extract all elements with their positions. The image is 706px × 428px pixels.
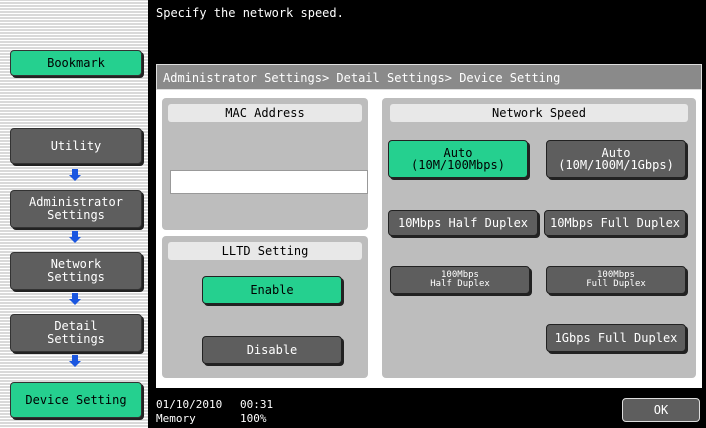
lltd-disable-button[interactable]: Disable: [202, 336, 342, 364]
nav-utility-button[interactable]: Utility: [10, 128, 142, 164]
speed-1g-full-button[interactable]: 1Gbps Full Duplex: [546, 324, 686, 352]
nav-device-setting-label: Device Setting: [25, 392, 127, 407]
arrow-down-icon: [69, 231, 81, 243]
arrow-down-icon: [69, 169, 81, 181]
ok-button[interactable]: OK: [622, 398, 700, 422]
settings-content: MAC Address LLTD Setting Enable Disable …: [156, 90, 702, 388]
instruction-message: Specify the network speed.: [156, 6, 344, 20]
nav-detail-settings-button[interactable]: Detail Settings: [10, 314, 142, 352]
left-navigation: Bookmark Utility Administrator Settings …: [0, 0, 148, 428]
message-bar: Specify the network speed.: [148, 0, 706, 58]
nav-detail-settings-label: Detail Settings: [47, 319, 105, 346]
mac-address-title: MAC Address: [168, 104, 362, 122]
lltd-setting-title: LLTD Setting: [168, 242, 362, 260]
nav-utility-label: Utility: [50, 138, 102, 153]
network-speed-group: Network Speed Auto (10M/100Mbps) Auto (1…: [382, 98, 696, 378]
speed-100-half-button[interactable]: 100Mbps Half Duplex: [390, 266, 530, 294]
speed-auto-100-button[interactable]: Auto (10M/100Mbps): [388, 140, 528, 178]
speed-auto-1g-button[interactable]: Auto (10M/100M/1Gbps): [546, 140, 686, 178]
arrow-down-icon: [69, 355, 81, 367]
mac-address-field[interactable]: [170, 170, 368, 194]
status-date: 01/10/2010: [156, 398, 223, 411]
breadcrumb: Administrator Settings> Detail Settings>…: [156, 64, 702, 90]
status-time: 00:31: [240, 398, 274, 411]
status-bar: 01/10/2010 00:31 Memory 100% OK: [148, 394, 706, 428]
nav-network-settings-label: Network Settings: [47, 257, 105, 284]
lltd-setting-group: LLTD Setting Enable Disable: [162, 236, 368, 378]
memory-value: 100%: [240, 412, 267, 425]
arrow-down-icon: [69, 293, 81, 305]
speed-100-full-button[interactable]: 100Mbps Full Duplex: [546, 266, 686, 294]
nav-device-setting-button[interactable]: Device Setting: [10, 382, 142, 418]
mac-address-group: MAC Address: [162, 98, 368, 230]
speed-10-half-button[interactable]: 10Mbps Half Duplex: [388, 210, 538, 236]
settings-panel: Administrator Settings> Detail Settings>…: [148, 58, 706, 394]
bookmark-button[interactable]: Bookmark: [10, 50, 142, 76]
lltd-enable-button[interactable]: Enable: [202, 276, 342, 304]
nav-administrator-settings-button[interactable]: Administrator Settings: [10, 190, 142, 228]
network-speed-title: Network Speed: [390, 104, 688, 122]
memory-label: Memory: [156, 412, 196, 425]
nav-administrator-settings-label: Administrator Settings: [29, 195, 123, 222]
bookmark-label: Bookmark: [47, 55, 105, 70]
speed-10-full-button[interactable]: 10Mbps Full Duplex: [544, 210, 686, 236]
nav-network-settings-button[interactable]: Network Settings: [10, 252, 142, 290]
